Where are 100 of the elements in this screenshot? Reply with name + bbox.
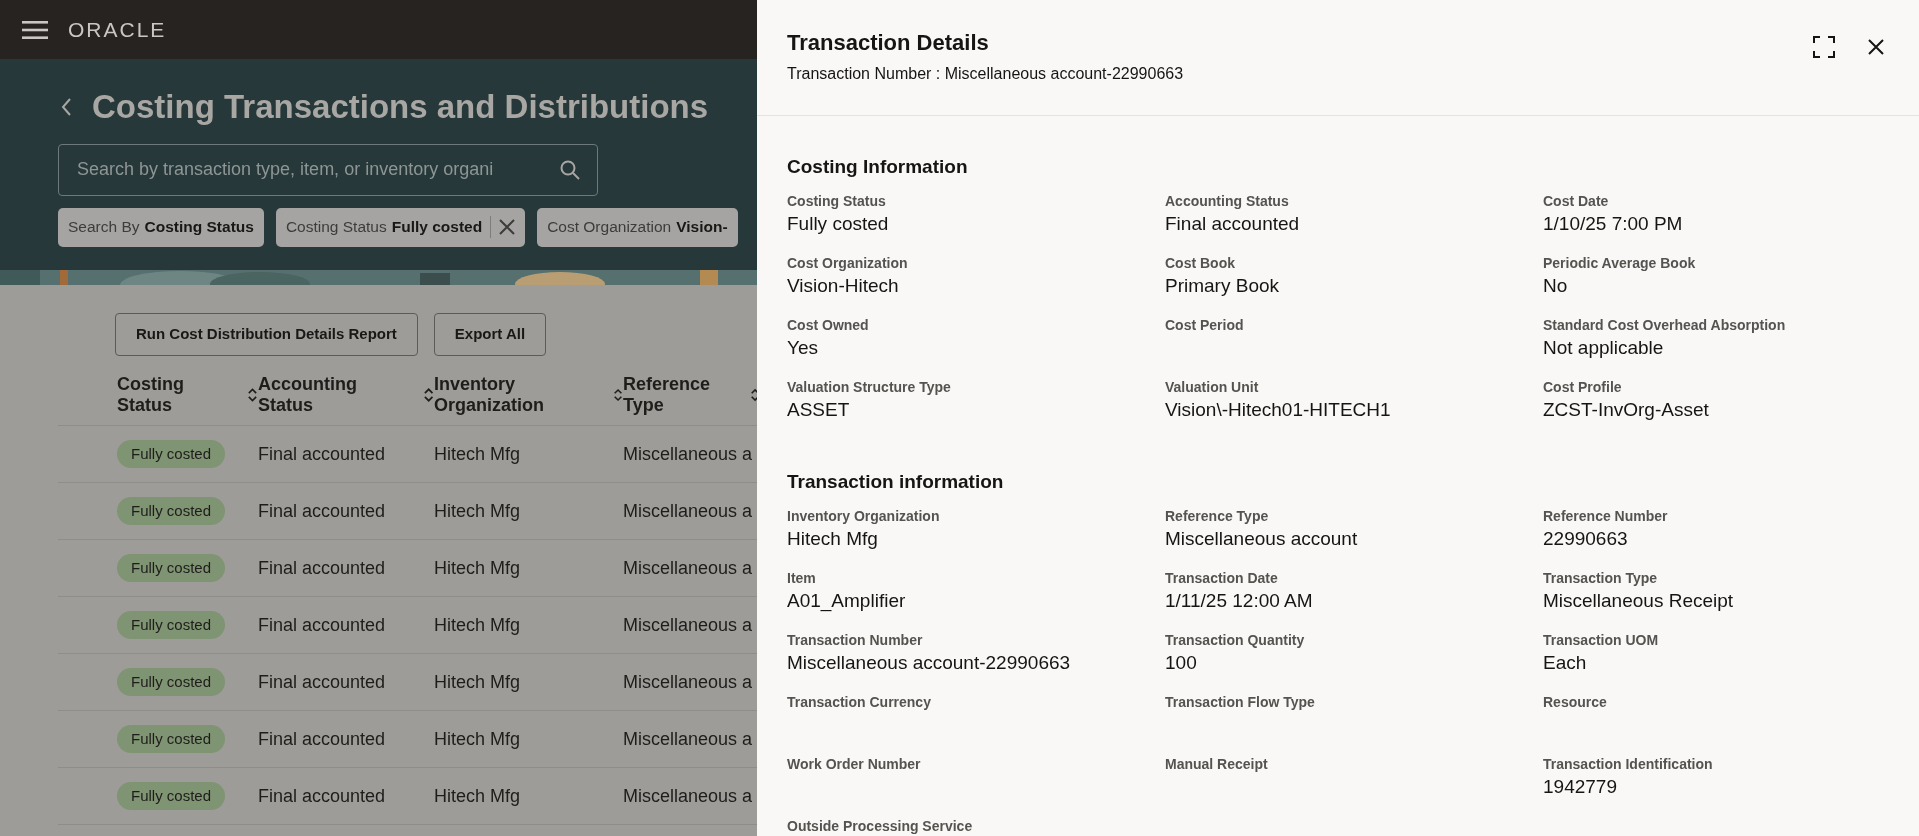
panel-title: Transaction Details — [787, 30, 990, 57]
column-header[interactable]: Costing Status — [117, 373, 234, 416]
field-label: Standard Cost Overhead Absorption — [1543, 315, 1787, 335]
field-value: Final accounted — [1165, 211, 1301, 236]
filter-chip[interactable]: Cost Organization Vision- — [537, 207, 738, 247]
field-value: Not applicable — [1543, 335, 1665, 360]
field-label: Transaction Flow Type — [1165, 692, 1316, 712]
field-label: Valuation Unit — [1165, 377, 1260, 397]
field-value: Primary Book — [1165, 273, 1281, 298]
table-cell-text: Hitech Mfg — [434, 442, 522, 466]
field-label: Transaction Currency — [787, 692, 932, 712]
action-button[interactable]: Export All — [433, 313, 547, 356]
table-cell-text: Final accounted — [258, 556, 387, 580]
field-label: Resource — [1543, 692, 1608, 712]
field-value: Vision\-Hitech01-HITECH1 — [1165, 397, 1392, 422]
field-label: Accounting Status — [1165, 191, 1290, 211]
field-label: Reference Type — [1165, 506, 1270, 526]
field-value: 1/11/25 12:00 AM — [1165, 588, 1314, 613]
section-title: Transaction information — [787, 470, 1005, 494]
table-cell-text: Hitech Mfg — [434, 556, 522, 580]
field-label: Transaction Number — [787, 630, 924, 650]
field-label: Transaction Date — [1165, 568, 1279, 588]
close-icon — [1867, 37, 1885, 56]
field-label: Outside Processing Service — [787, 816, 974, 836]
close-icon[interactable] — [499, 219, 516, 236]
back-icon[interactable] — [60, 96, 72, 117]
field-value: Yes — [787, 335, 819, 360]
field-label: Item — [787, 568, 817, 588]
field-value: ZCST-InvOrg-Asset — [1543, 397, 1710, 422]
panel-subtitle: Transaction Number : Miscellaneous account-22990663 — [787, 64, 1184, 85]
table-cell-text: Final accounted — [258, 499, 387, 523]
table-cell-text: Miscellaneous a — [623, 727, 754, 751]
field-label: Transaction Type — [1543, 568, 1659, 588]
status-badge: Fully costed — [117, 496, 226, 526]
column-header[interactable]: Reference Type — [623, 373, 736, 416]
page-title: Costing Transactions and Distributions — [92, 87, 709, 127]
section-title: Costing Information — [787, 156, 969, 179]
field-value: No — [1543, 273, 1569, 298]
field-value: Miscellaneous account — [1165, 526, 1359, 551]
action-button[interactable]: Run Cost Distribution Details Report — [115, 313, 418, 356]
table-cell-text: Final accounted — [258, 613, 387, 637]
field-value: Miscellaneous account-22990663 — [787, 650, 1072, 675]
table-cell-text: Hitech Mfg — [434, 499, 522, 523]
field-label: Costing Status — [787, 191, 887, 211]
field-label: Reference Number — [1543, 506, 1669, 526]
field-value: Miscellaneous Receipt — [1543, 588, 1735, 613]
table-cell-text: Final accounted — [258, 670, 387, 694]
field-label: Inventory Organization — [787, 506, 941, 526]
table-cell-text: Miscellaneous a — [623, 499, 754, 523]
table-cell-text: Final accounted — [258, 442, 387, 466]
table-cell-text: Hitech Mfg — [434, 727, 522, 751]
table-cell-text: Miscellaneous a — [623, 442, 754, 466]
field-value: Each — [1543, 650, 1588, 675]
column-header[interactable]: Accounting Status — [258, 373, 409, 416]
filter-chip[interactable]: Costing Status Fully costed — [275, 207, 526, 247]
field-value: Vision-Hitech — [787, 273, 900, 298]
table-cell-text: Miscellaneous a — [623, 784, 754, 808]
field-label: Cost Period — [1165, 315, 1245, 335]
table-cell-text: Hitech Mfg — [434, 784, 522, 808]
field-label: Work Order Number — [787, 754, 922, 774]
menu-icon[interactable] — [22, 19, 48, 40]
field-label: Valuation Structure Type — [787, 377, 952, 397]
field-label: Periodic Average Book — [1543, 253, 1697, 273]
sort-icon[interactable] — [422, 385, 434, 404]
table-cell-text: Hitech Mfg — [434, 670, 522, 694]
field-value: ASSET — [787, 397, 851, 422]
table-cell-text: Miscellaneous a — [623, 670, 754, 694]
field-label: Transaction Quantity — [1165, 630, 1306, 650]
field-value: Hitech Mfg — [787, 526, 879, 551]
status-badge: Fully costed — [117, 553, 226, 583]
status-badge: Fully costed — [117, 610, 226, 640]
field-value: Fully costed — [787, 211, 890, 236]
field-value: 1942779 — [1543, 774, 1618, 799]
table-cell-text: Final accounted — [258, 727, 387, 751]
table-cell-text: Miscellaneous a — [623, 556, 754, 580]
table-cell-text: Final accounted — [258, 784, 387, 808]
expand-icon — [1813, 35, 1835, 58]
status-badge: Fully costed — [117, 724, 226, 754]
status-badge: Fully costed — [117, 781, 226, 811]
field-value: A01_Amplifier — [787, 588, 907, 613]
status-badge: Fully costed — [117, 667, 226, 697]
field-value: 100 — [1165, 650, 1198, 675]
sort-icon[interactable] — [247, 385, 258, 404]
table-cell-text: Hitech Mfg — [434, 613, 522, 637]
search-icon[interactable] — [560, 159, 580, 180]
field-label: Cost Profile — [1543, 377, 1623, 397]
logo[interactable]: ORACLE — [68, 13, 167, 46]
field-label: Manual Receipt — [1165, 754, 1269, 774]
field-value: 1/10/25 7:00 PM — [1543, 211, 1684, 236]
column-header[interactable]: Inventory Organization — [434, 373, 599, 416]
status-badge: Fully costed — [117, 439, 226, 469]
search-field[interactable]: Search by transaction type, item, or inventory organi — [58, 143, 598, 196]
filter-chip[interactable]: Search By Costing Status — [58, 207, 264, 247]
field-label: Transaction Identification — [1543, 754, 1714, 774]
field-label: Transaction UOM — [1543, 630, 1660, 650]
field-label: Cost Date — [1543, 191, 1610, 211]
table-cell-text: Miscellaneous a — [623, 613, 754, 637]
field-label: Cost Owned — [787, 315, 870, 335]
field-label: Cost Book — [1165, 253, 1236, 273]
field-value: 22990663 — [1543, 526, 1629, 551]
